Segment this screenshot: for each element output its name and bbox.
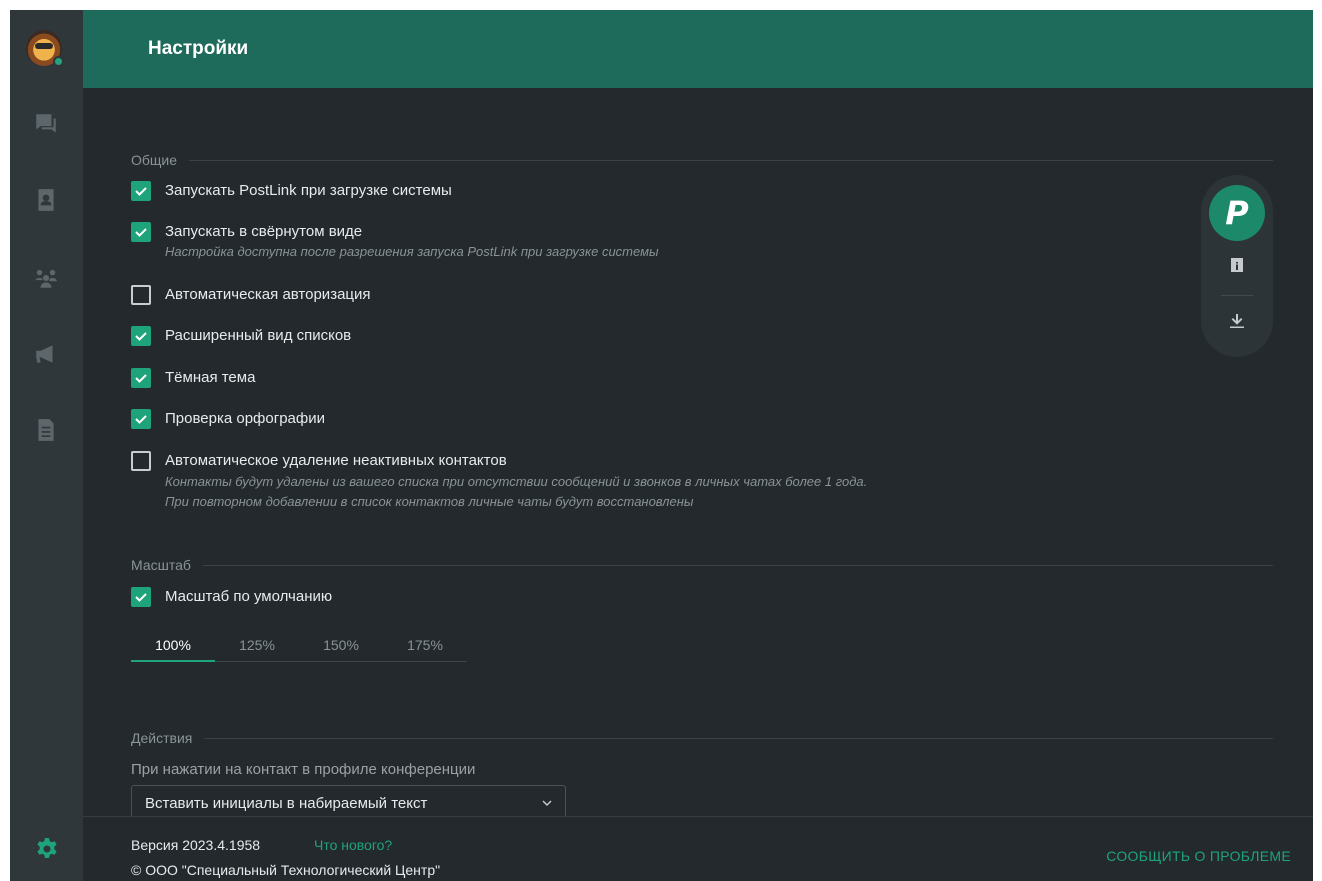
tab-scale-150[interactable]: 150% xyxy=(299,630,383,661)
option-label: Автоматическое удаление неактивных конта… xyxy=(165,452,507,469)
download-button[interactable] xyxy=(1225,309,1249,333)
section-title: Действия xyxy=(131,730,193,746)
tab-scale-100[interactable]: 100% xyxy=(131,630,215,662)
megaphone-icon xyxy=(36,345,53,363)
checkbox-checked[interactable] xyxy=(131,409,151,429)
contacts-book-icon xyxy=(38,189,54,211)
option-hint: Контакты будут удалены из вашего списка … xyxy=(165,474,868,489)
version-text: Версия 2023.4.1958 xyxy=(131,837,261,853)
option-label: Запускать PostLink при загрузке системы xyxy=(165,182,452,199)
groups-icon xyxy=(35,269,57,288)
info-button[interactable] xyxy=(1225,253,1249,277)
option-label: Тёмная тема xyxy=(165,369,256,386)
avatar-face xyxy=(35,43,53,49)
postlink-logo-button[interactable]: P xyxy=(1209,185,1265,241)
sidebar-item-groups[interactable] xyxy=(32,264,60,292)
section-title: Общие xyxy=(131,152,178,168)
chevron-down-icon xyxy=(542,800,552,807)
sidebar-item-chats[interactable] xyxy=(32,110,60,138)
footer: Версия 2023.4.1958 Что нового? © ООО "Сп… xyxy=(83,816,1313,881)
gear-icon xyxy=(36,838,57,858)
toolbar-divider xyxy=(1221,295,1253,296)
download-icon xyxy=(1230,314,1244,328)
check-icon xyxy=(135,187,147,196)
whats-new-link[interactable]: Что нового? xyxy=(314,837,392,853)
section-general-header: Общие xyxy=(131,152,1273,168)
option-label: Масштаб по умолчанию xyxy=(165,588,333,605)
sidebar-item-broadcast[interactable] xyxy=(32,340,60,368)
avatar[interactable] xyxy=(26,30,64,67)
check-icon xyxy=(135,374,147,383)
sidebar-item-settings[interactable] xyxy=(10,817,83,881)
contact-click-select[interactable]: Вставить инициалы в набираемый текст xyxy=(131,785,566,816)
scale-tabs: 100% 125% 150% 175% xyxy=(131,630,467,662)
online-status-dot xyxy=(53,56,64,67)
settings-content[interactable]: Общие Запускать PostLink при загрузке си… xyxy=(83,88,1313,816)
chat-icon xyxy=(36,114,56,133)
checkbox-unchecked[interactable] xyxy=(131,285,151,305)
info-book-icon xyxy=(1231,258,1243,272)
sidebar xyxy=(10,10,83,881)
sidebar-item-contacts[interactable] xyxy=(32,186,60,214)
section-scale-header: Масштаб xyxy=(131,557,1273,573)
option-label: Проверка орфографии xyxy=(165,410,325,427)
tab-scale-125[interactable]: 125% xyxy=(215,630,299,661)
checkbox-checked[interactable] xyxy=(131,181,151,201)
check-icon xyxy=(135,332,147,341)
copyright-text: © ООО "Специальный Технологический Центр… xyxy=(131,862,441,878)
option-label: Автоматическая авторизация xyxy=(165,286,371,303)
postlink-logo-icon: P xyxy=(1225,194,1249,232)
divider xyxy=(189,159,1273,161)
divider xyxy=(204,737,1273,739)
section-title: Масштаб xyxy=(131,557,191,573)
app-window: Настройки Общие Запускать PostLink при з… xyxy=(10,10,1313,881)
page-title: Настройки xyxy=(148,38,249,59)
option-label: Расширенный вид списков xyxy=(165,327,352,344)
checkbox-checked[interactable] xyxy=(131,222,151,242)
header: Настройки xyxy=(83,10,1313,88)
report-problem-link[interactable]: СООБЩИТЬ О ПРОБЛЕМЕ xyxy=(1106,848,1291,864)
option-hint: Настройка доступна после разрешения запу… xyxy=(165,244,659,259)
check-icon xyxy=(135,228,147,237)
select-value: Вставить инициалы в набираемый текст xyxy=(145,795,428,812)
sidebar-item-documents[interactable] xyxy=(32,416,60,444)
document-icon xyxy=(38,419,54,441)
checkbox-checked[interactable] xyxy=(131,326,151,346)
checkbox-checked[interactable] xyxy=(131,368,151,388)
check-icon xyxy=(135,593,147,602)
divider xyxy=(202,564,1273,566)
checkbox-checked[interactable] xyxy=(131,587,151,607)
section-actions-header: Действия xyxy=(131,730,1273,746)
check-icon xyxy=(135,415,147,424)
option-hint: При повторном добавлении в список контак… xyxy=(165,494,694,509)
option-label: Запускать в свёрнутом виде xyxy=(165,223,363,240)
checkbox-unchecked[interactable] xyxy=(131,451,151,471)
tab-scale-175[interactable]: 175% xyxy=(383,630,467,661)
contact-click-label: При нажатии на контакт в профиле конфере… xyxy=(131,761,476,778)
floating-toolbar: P xyxy=(1201,175,1273,357)
